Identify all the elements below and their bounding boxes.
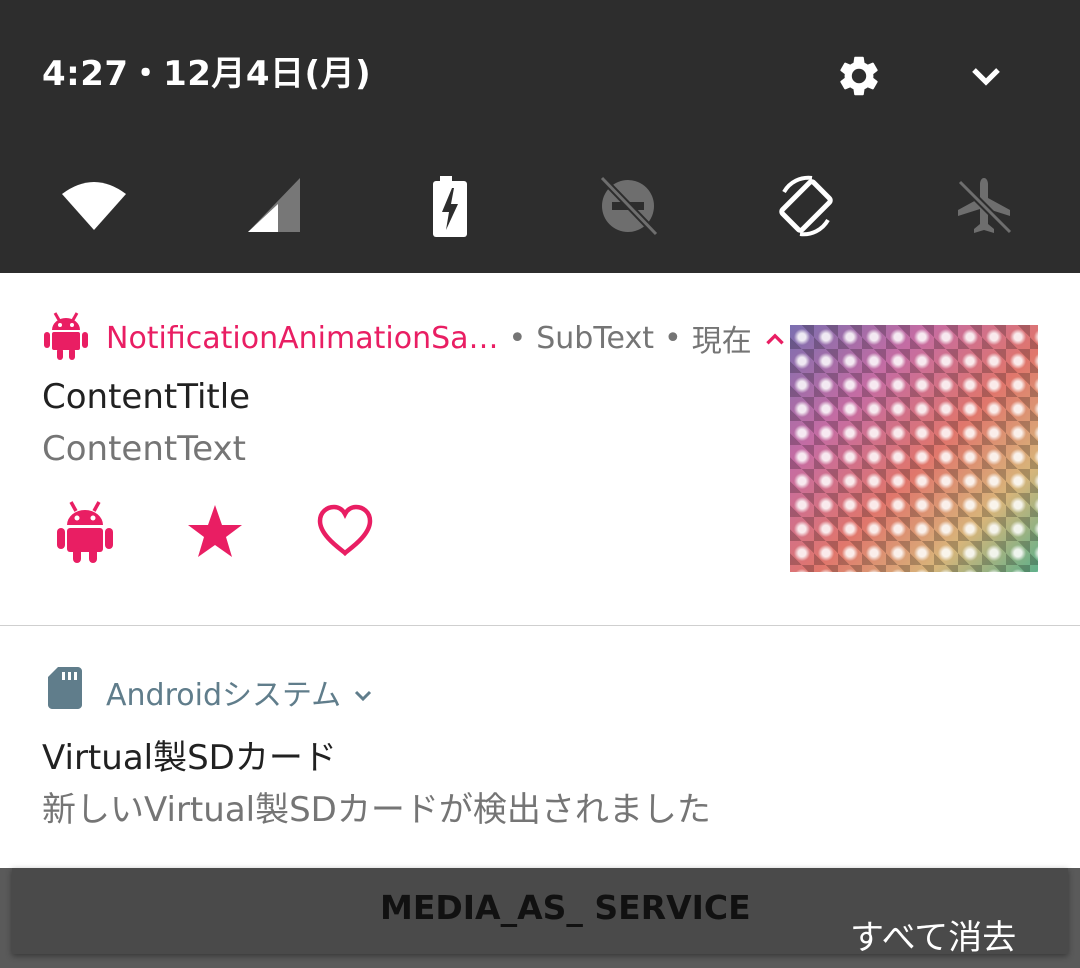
large-image-thumbnail (790, 325, 1038, 572)
separator: • (508, 320, 527, 356)
clear-all-button[interactable]: すべて消去 (850, 910, 1016, 959)
notification-title: Virtual製SDカード (42, 738, 337, 778)
chevron-up-icon[interactable] (762, 325, 788, 351)
quick-settings-panel: 4:27・12月4日(月) (0, 0, 1080, 273)
chevron-down-icon[interactable] (351, 680, 375, 704)
media-service-label: MEDIA_AS_ SERVICE (380, 888, 751, 927)
airplane-mode-off-icon[interactable] (950, 174, 1018, 238)
date-time: 4:27・12月4日(月) (42, 54, 372, 94)
notification-header: NotificationAnimationSa… • SubText • 現在 (106, 316, 788, 360)
do-not-disturb-off-icon[interactable] (594, 174, 662, 238)
notification-title: ContentTitle (42, 377, 251, 417)
battery-charging-icon[interactable] (416, 174, 484, 238)
auto-rotate-icon[interactable] (772, 174, 840, 238)
chevron-down-icon[interactable] (962, 52, 1010, 100)
heart-outline-icon[interactable] (316, 499, 374, 563)
notification-text: ContentText (42, 429, 246, 469)
separator: • (664, 320, 682, 356)
notification-text: 新しいVirtual製SDカードが検出されました (42, 790, 711, 830)
cellular-signal-icon[interactable] (244, 174, 312, 238)
android-icon[interactable] (56, 499, 114, 563)
wifi-icon[interactable] (60, 174, 128, 238)
star-icon[interactable] (186, 499, 244, 563)
app-name: NotificationAnimationSa… (106, 320, 499, 356)
sub-text: SubText (536, 320, 654, 356)
gear-icon[interactable] (835, 52, 883, 100)
app-name: Androidシステム (106, 678, 342, 713)
notification-header: Androidシステム (106, 670, 375, 714)
timestamp: 現在 (691, 324, 752, 359)
notification-card[interactable]: NotificationAnimationSa… • SubText • 現在 … (0, 273, 1080, 625)
android-icon (44, 310, 88, 360)
notification-card[interactable]: Androidシステム Virtual製SDカード 新しいVirtual製SDカ… (0, 626, 1080, 868)
sd-card-icon (48, 667, 82, 709)
notification-footer: MEDIA_AS_ SERVICE すべて消去 (0, 868, 1080, 968)
